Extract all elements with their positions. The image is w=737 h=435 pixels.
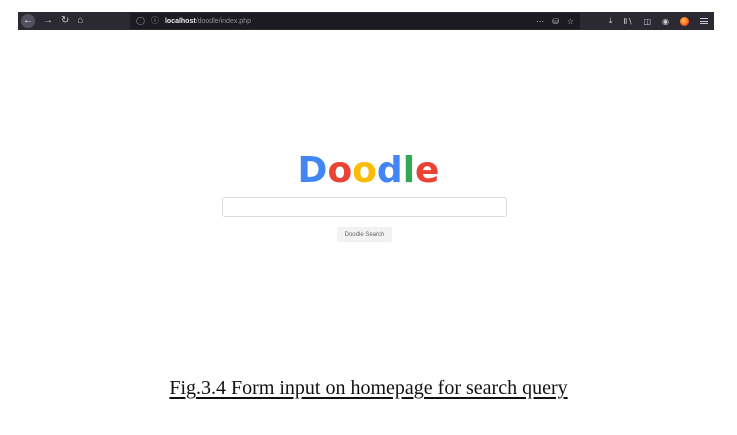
sidebar-icon[interactable]: ◫: [643, 17, 651, 26]
reload-button[interactable]: ↻: [61, 16, 69, 26]
shield-icon[interactable]: ◯: [136, 17, 145, 25]
logo-letter: o: [352, 150, 377, 191]
account-icon[interactable]: ◉: [662, 17, 669, 26]
info-icon[interactable]: ⓘ: [151, 17, 159, 25]
library-icon[interactable]: Ⅱ∖: [623, 17, 632, 26]
home-button[interactable]: ⌂: [77, 16, 83, 26]
logo-letter: e: [415, 150, 440, 191]
logo-letter: l: [402, 150, 416, 191]
forward-button[interactable]: →: [43, 16, 53, 26]
url-path: /doodle/index.php: [195, 17, 251, 25]
right-toolbar: ⤓ Ⅱ∖ ◫ ◉: [609, 12, 708, 30]
nav-buttons: ← → ↻ ⌂: [18, 12, 83, 30]
more-icon[interactable]: ⋯: [536, 17, 544, 26]
arrow-left-icon: ←: [23, 15, 33, 26]
download-icon[interactable]: ⤓: [609, 16, 613, 26]
url-host: localhost: [164, 17, 196, 25]
logo-letter: d: [376, 150, 403, 191]
doodle-logo: Doodle: [0, 149, 737, 193]
browser-toolbar: ← → ↻ ⌂ ◯ ⓘ localhost/doodle/index.php ⋯…: [18, 12, 714, 30]
figure-caption: Fig.3.4 Form input on homepage for searc…: [169, 377, 568, 399]
home-icon: ⌂: [77, 15, 84, 26]
url-bar[interactable]: ◯ ⓘ localhost/doodle/index.php ⋯ ⛁ ☆: [130, 13, 580, 29]
extension-icon[interactable]: [680, 16, 689, 26]
url-text[interactable]: localhost/doodle/index.php: [165, 18, 251, 25]
url-actions: ⋯ ⛁ ☆: [536, 13, 574, 29]
hamburger-menu-icon[interactable]: [700, 18, 708, 24]
logo-letter: D: [297, 150, 328, 191]
pocket-icon[interactable]: ⛁: [552, 17, 559, 26]
doodle-search-button[interactable]: Doodle Search: [337, 227, 392, 242]
arrow-right-icon: →: [43, 15, 53, 26]
search-input[interactable]: [222, 197, 507, 217]
star-icon[interactable]: ☆: [567, 17, 574, 26]
logo-letter: o: [327, 150, 353, 191]
back-button[interactable]: ←: [21, 14, 35, 28]
reload-icon: ↻: [61, 15, 70, 26]
